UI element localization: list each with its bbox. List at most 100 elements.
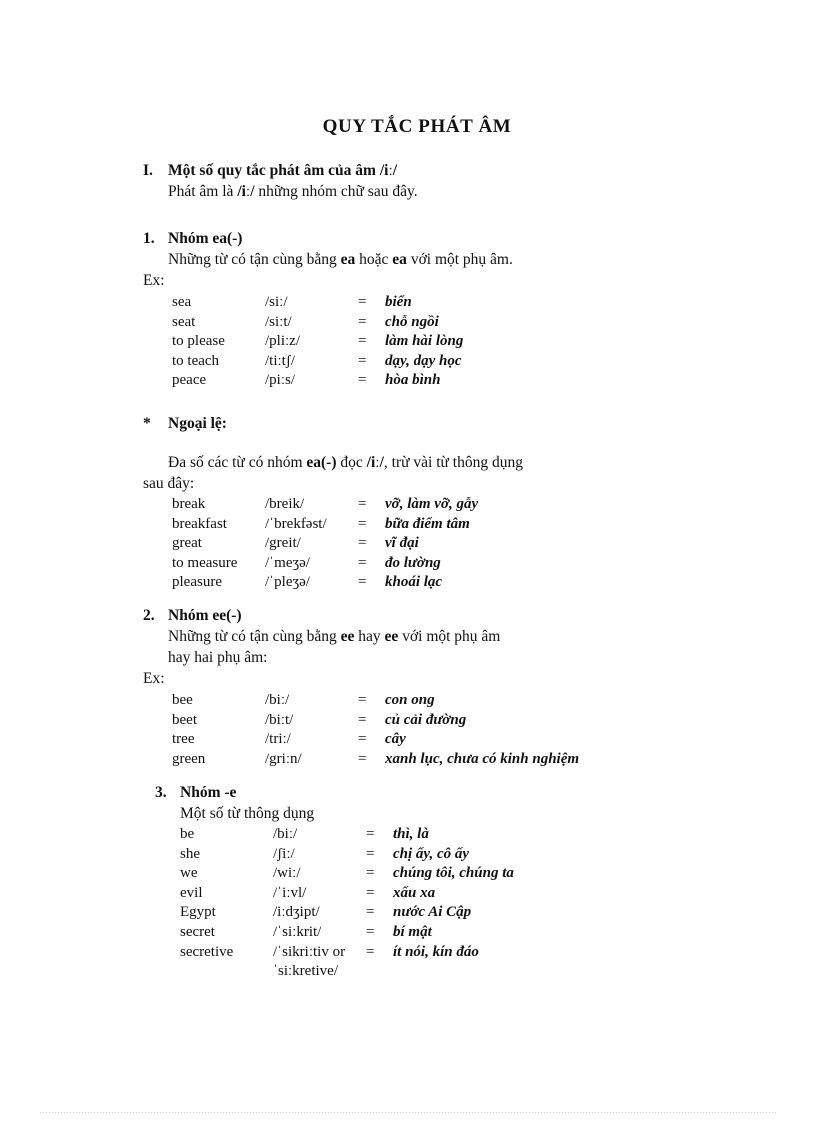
word-cell: secret (180, 923, 215, 940)
ipa-cell: /ˈsiːkrit/ (273, 923, 322, 940)
meaning-cell: biển (385, 294, 412, 310)
ipa-cell: /siːt/ (265, 313, 292, 330)
group-1-ex-label: Ex: (143, 272, 165, 289)
ipa-cell: /ʃiː/ (273, 845, 295, 862)
equals-cell: = (358, 313, 367, 330)
ipa-cell: /siː/ (265, 294, 288, 310)
equals-cell: = (358, 574, 367, 591)
meaning-cell: đo lường (385, 554, 441, 571)
word-cell: beet (172, 711, 197, 728)
ipa-cell: /ˈsikriːtiv or (273, 943, 346, 960)
meaning-cell: làm hài lòng (385, 333, 464, 350)
word-cell: breakfast (172, 515, 227, 532)
equals-cell: = (358, 554, 367, 571)
meaning-cell: khoái lạc (385, 574, 443, 591)
meaning-cell: chúng tôi, chúng ta (393, 865, 514, 882)
exception-heading: Ngoại lệ: (168, 415, 227, 432)
table-row: breakfast /ˈbrekfəst/ = bữa điểm tâm (172, 515, 478, 535)
ipa-cell: /wiː/ (273, 865, 301, 882)
meaning-cell: xấu xa (393, 884, 436, 901)
table-row: tree /triː/ = cây (172, 730, 579, 750)
group-2-marker: 2. (143, 607, 155, 624)
equals-cell: = (366, 904, 375, 921)
group-3-marker: 3. (155, 784, 167, 801)
word-cell: pleasure (172, 574, 222, 591)
ipa-cell: /ˈbrekfəst/ (265, 515, 327, 532)
equals-cell: = (358, 731, 367, 748)
meaning-cell: hòa bình (385, 372, 441, 389)
word-cell: sea (172, 294, 192, 310)
word-cell: to please (172, 333, 225, 350)
group-1-rule-mid: hoặc (355, 251, 393, 268)
ipa-cell: /breik/ (265, 496, 305, 512)
ipa-cell: /ˈpleʒə/ (265, 574, 310, 591)
table-row: she /ʃiː/ = chị ấy, cô ấy (180, 845, 514, 865)
meaning-cell: chị ấy, cô ấy (393, 845, 470, 862)
equals-cell: = (358, 294, 367, 310)
exception-block: * Ngoại lệ: Đa số các từ có nhóm ea(-) đ… (0, 413, 816, 593)
ipa-cell: /triː/ (265, 731, 291, 748)
group-2-rule-bold-1: ee (340, 628, 355, 645)
meaning-cell: cây (385, 731, 406, 748)
group-1-rule-pre: Những từ có tận cùng bằng (168, 251, 341, 268)
exception-rule-bold: ea(-) (306, 454, 337, 471)
equals-cell: = (366, 943, 375, 960)
exception-rule-pre: Đa số các từ có nhóm (168, 454, 307, 471)
word-cell: peace (172, 372, 207, 389)
section-I-subtitle-ipa: /iː/ (237, 183, 255, 200)
exception-rule-ipa: /iː/ (366, 454, 384, 471)
equals-cell: = (366, 923, 375, 940)
meaning-cell: vỡ, làm vỡ, gẫy (385, 496, 479, 512)
meaning-cell: vĩ đại (385, 535, 419, 552)
equals-cell: = (358, 333, 367, 350)
word-cell: tree (172, 731, 195, 748)
word-cell: be (180, 826, 195, 842)
section-I-heading-ipa: /iː/ (379, 162, 398, 179)
section-I-subtitle-pre: Phát âm là (168, 183, 238, 200)
table-row: be /biː/ = thì, là (180, 825, 514, 845)
table-row: beet /biːt/ = củ cải đường (172, 711, 579, 731)
section-I-heading: Một số quy tắc phát âm của âm /iː/ (168, 160, 397, 181)
group-2: 2. Nhóm ee(-) Những từ có tận cùng bằng … (0, 605, 816, 769)
table-row: to teach /tiːtʃ/ = dạy, dạy học (172, 352, 463, 372)
group-2-rule-line-2: hay hai phụ âm: (168, 649, 268, 666)
table-row: break /breik/ = vỡ, làm vỡ, gẫy (172, 495, 478, 515)
group-2-rule-pre: Những từ có tận cùng bằng (168, 628, 341, 645)
group-3-word-table: be /biː/ = thì, là she /ʃiː/ = chị ấy, c… (180, 825, 514, 982)
word-cell: to teach (172, 352, 220, 369)
table-row: ˈsiːkretive/ (180, 962, 514, 982)
document-page: QUY TẮC PHÁT ÂM I. Một số quy tắc phát â… (0, 0, 816, 1123)
equals-cell: = (358, 750, 367, 767)
exception-marker: * (143, 415, 151, 432)
ipa-cell-continuation: ˈsiːkretive/ (273, 963, 338, 980)
equals-cell-empty (366, 962, 393, 982)
group-2-heading: Nhóm ee(-) (168, 607, 242, 624)
table-row: bee /biː/ = con ong (172, 691, 579, 711)
group-2-ex-label: Ex: (143, 670, 165, 687)
table-row: sea /siː/ = biển (172, 293, 463, 313)
group-3-rule-line: Một số từ thông dụng (180, 805, 315, 822)
ipa-cell: /iːdʒipt/ (273, 904, 320, 921)
table-row: great /greit/ = vĩ đại (172, 534, 478, 554)
ipa-cell: /griːn/ (265, 750, 302, 767)
equals-cell: = (358, 535, 367, 552)
section-I-marker: I. (143, 162, 153, 179)
group-2-rule-line-1: Những từ có tận cùng bằng ee hay ee với … (0, 626, 816, 647)
group-1-word-table: sea /siː/ = biển seat /siːt/ = chỗ ngồi … (172, 293, 463, 391)
table-row: evil /ˈiːvl/ = xấu xa (180, 884, 514, 904)
equals-cell: = (366, 826, 375, 842)
meaning-cell: thì, là (393, 826, 429, 842)
table-row: secret /ˈsiːkrit/ = bí mật (180, 923, 514, 943)
meaning-cell: chỗ ngồi (385, 313, 439, 330)
word-cell: she (180, 845, 200, 862)
exception-rule-line-1: Đa số các từ có nhóm ea(-) đọc /iː/, trừ… (0, 452, 816, 473)
section-I: I. Một số quy tắc phát âm của âm /iː/ Ph… (0, 160, 816, 202)
group-2-word-table: bee /biː/ = con ong beet /biːt/ = củ cải… (172, 691, 579, 769)
word-cell: green (172, 750, 206, 767)
word-cell: evil (180, 884, 203, 901)
group-1-marker: 1. (143, 230, 155, 247)
group-1-rule-bold-1: ea (340, 251, 356, 268)
group-1-rule-bold-2: ea (392, 251, 407, 268)
table-row: green /griːn/ = xanh lục, chưa có kinh n… (172, 750, 579, 770)
word-cell: break (172, 496, 206, 512)
